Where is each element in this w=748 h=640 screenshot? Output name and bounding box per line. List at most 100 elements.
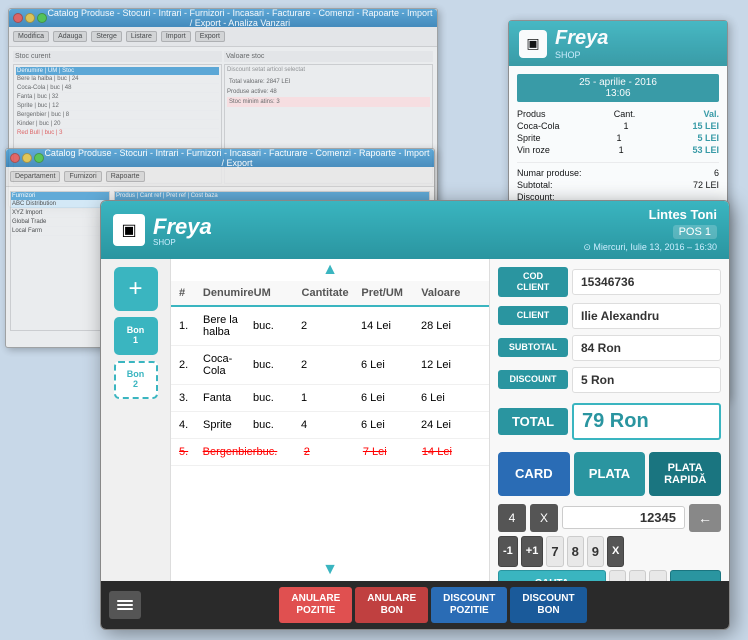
add-product-button[interactable]: + <box>114 267 158 311</box>
row-qty: 1 <box>301 392 361 404</box>
scroll-up-button[interactable]: ▲ <box>171 259 489 281</box>
numpad-x-button[interactable]: X <box>607 536 624 567</box>
menu-line-2 <box>117 604 133 606</box>
card-button[interactable]: CARD <box>498 452 570 496</box>
table-row-strikethrough[interactable]: 5. Bergenbier buc. 2 7 Lei 14 Lei <box>171 439 489 466</box>
bon-1-button[interactable]: Bon 1 <box>114 317 158 355</box>
scroll-down-button[interactable]: ▼ <box>171 559 489 581</box>
anulare-bon-button[interactable]: ANULAREBON <box>355 587 428 623</box>
receipt-item: Vin roze153 LEI <box>517 144 719 156</box>
close-icon[interactable] <box>10 153 20 163</box>
numpad-display: 12345 <box>562 506 685 529</box>
toolbar-btn[interactable]: Export <box>195 31 225 42</box>
minus1-button[interactable]: -1 <box>498 536 518 567</box>
plata-rapida-button[interactable]: PLATARAPIDĂ <box>649 452 721 496</box>
bg-toolbar-2: Departament Furnizori Rapoarte <box>6 167 434 187</box>
toolbar-btn[interactable]: Sterge <box>91 31 122 42</box>
row-name: Bere la halba <box>203 314 253 338</box>
numpad-x-symbol: X <box>530 504 558 532</box>
row-um: buc. <box>253 419 301 431</box>
product-table: 1. Bere la halba buc. 2 14 Lei 28 Lei 2.… <box>171 307 489 559</box>
pos-name: POS 1 <box>673 225 717 239</box>
num9-button[interactable]: 9 <box>587 536 604 567</box>
pos-datetime: ⊙ Miercuri, Iulie 13, 2016 – 16:30 <box>583 242 717 253</box>
discount-pozitie-button[interactable]: DISCOUNTPOZITIE <box>431 587 507 623</box>
cauta-produs-button[interactable]: CAUTAPRODUS <box>498 570 606 581</box>
menu-button[interactable] <box>109 591 141 619</box>
row-price: 6 Lei <box>361 392 421 404</box>
discount-value: 5 Ron <box>572 367 721 393</box>
row-um: buc. <box>253 359 301 371</box>
bg-titlebar-1: Catalog Produse - Stocuri - Intrari - Fu… <box>9 9 437 27</box>
row-price: 14 Lei <box>361 320 421 332</box>
receipt-logo: ▣ <box>519 30 547 58</box>
row-um: buc. <box>253 320 301 332</box>
row-um: buc. <box>253 392 301 404</box>
num7-button[interactable]: 7 <box>546 536 563 567</box>
main-pos-window: ▣ Freya SHOP Lintes Toni POS 1 ⊙ Miercur… <box>100 200 730 630</box>
bon-2-button[interactable]: Bon 2 <box>114 361 158 399</box>
subtotal-value: 84 Ron <box>572 335 721 361</box>
client-value: Ilie Alexandru <box>572 303 721 329</box>
maximize-icon[interactable] <box>37 13 47 23</box>
col-header-qty: Cantitate <box>302 287 362 299</box>
num5-button[interactable]: 5 <box>629 570 646 581</box>
row-nr: 3. <box>179 392 203 404</box>
receipt-brand: Freya <box>555 27 608 50</box>
minimize-icon[interactable] <box>25 13 35 23</box>
maximize-icon[interactable] <box>34 153 44 163</box>
toolbar-btn[interactable]: Departament <box>10 171 60 182</box>
row-price: 6 Lei <box>361 419 421 431</box>
menu-line-3 <box>117 608 133 610</box>
row-nr: 4. <box>179 419 203 431</box>
table-row[interactable]: 4. Sprite buc. 4 6 Lei 24 Lei <box>171 412 489 439</box>
receipt-item: ProdusCant.Val. <box>517 108 719 120</box>
numpad-top: 4 X 12345 ← <box>498 504 721 532</box>
receipt-date: 25 - aprilie - 2016 13:06 <box>517 74 719 102</box>
numpad-backspace-button[interactable]: ← <box>689 504 721 532</box>
cod-client-value: 15346736 <box>572 269 721 295</box>
table-header: # Denumire UM Cantitate Pret/UM Valoare <box>171 281 489 307</box>
table-row[interactable]: 2. Coca-Cola buc. 2 6 Lei 12 Lei <box>171 346 489 385</box>
col-header-um: UM <box>254 287 302 299</box>
row-nr: 1. <box>179 320 203 332</box>
cantar-button[interactable]: CANTAR <box>670 570 721 581</box>
col-header-price: Pret/UM <box>361 287 421 299</box>
row-val: 14 Lei <box>422 446 481 458</box>
plata-button[interactable]: PLATA <box>574 452 646 496</box>
toolbar-btn[interactable]: Adauga <box>53 31 87 42</box>
anulare-pozitie-button[interactable]: ANULAREPOZITIE <box>279 587 352 623</box>
toolbar-btn[interactable]: Listare <box>126 31 157 42</box>
row-val: 28 Lei <box>421 320 481 332</box>
row-name: Bergenbier <box>203 446 257 458</box>
close-icon[interactable] <box>13 13 23 23</box>
user-name: Lintes Toni <box>583 207 717 222</box>
toolbar-btn[interactable]: Furnizori <box>64 171 101 182</box>
main-brand-name: Freya <box>153 214 212 240</box>
receipt-items: ProdusCant.Val. Coca-Cola115 LEI Sprite1… <box>517 108 719 156</box>
discount-label: DISCOUNT <box>498 370 568 389</box>
num6-button[interactable]: 6 <box>649 570 666 581</box>
bon-2-num: 2 <box>133 380 138 390</box>
toolbar-btn[interactable]: Modifica <box>13 31 49 42</box>
num8-button[interactable]: 8 <box>567 536 584 567</box>
bg-title-1: Catalog Produse - Stocuri - Intrari - Fu… <box>47 8 433 28</box>
discount-bon-button[interactable]: DISCOUNTBON <box>510 587 586 623</box>
num4-button[interactable]: 4 <box>609 570 626 581</box>
main-pos-body: + Bon 1 Bon 2 ▲ # Denumire UM Cantitate … <box>101 259 729 581</box>
toolbar-btn[interactable]: Import <box>161 31 191 42</box>
cod-client-label: CODCLIENT <box>498 267 568 297</box>
receipt-item: Coca-Cola115 LEI <box>517 120 719 132</box>
numpad-multiplier: 4 <box>498 504 526 532</box>
row-val: 6 Lei <box>421 392 481 404</box>
minimize-icon[interactable] <box>22 153 32 163</box>
user-info: Lintes Toni POS 1 ⊙ Miercuri, Iulie 13, … <box>583 207 717 253</box>
logo-area: ▣ Freya SHOP <box>113 214 212 247</box>
row-val: 12 Lei <box>421 359 481 371</box>
plus1-button[interactable]: +1 <box>521 536 544 567</box>
row-nr: 5. <box>179 446 203 458</box>
receipt-stats: Numar produse:6 Subtotal:72 LEI Discount… <box>517 162 719 203</box>
toolbar-btn[interactable]: Rapoarte <box>106 171 145 182</box>
table-row[interactable]: 1. Bere la halba buc. 2 14 Lei 28 Lei <box>171 307 489 346</box>
table-row[interactable]: 3. Fanta buc. 1 6 Lei 6 Lei <box>171 385 489 412</box>
